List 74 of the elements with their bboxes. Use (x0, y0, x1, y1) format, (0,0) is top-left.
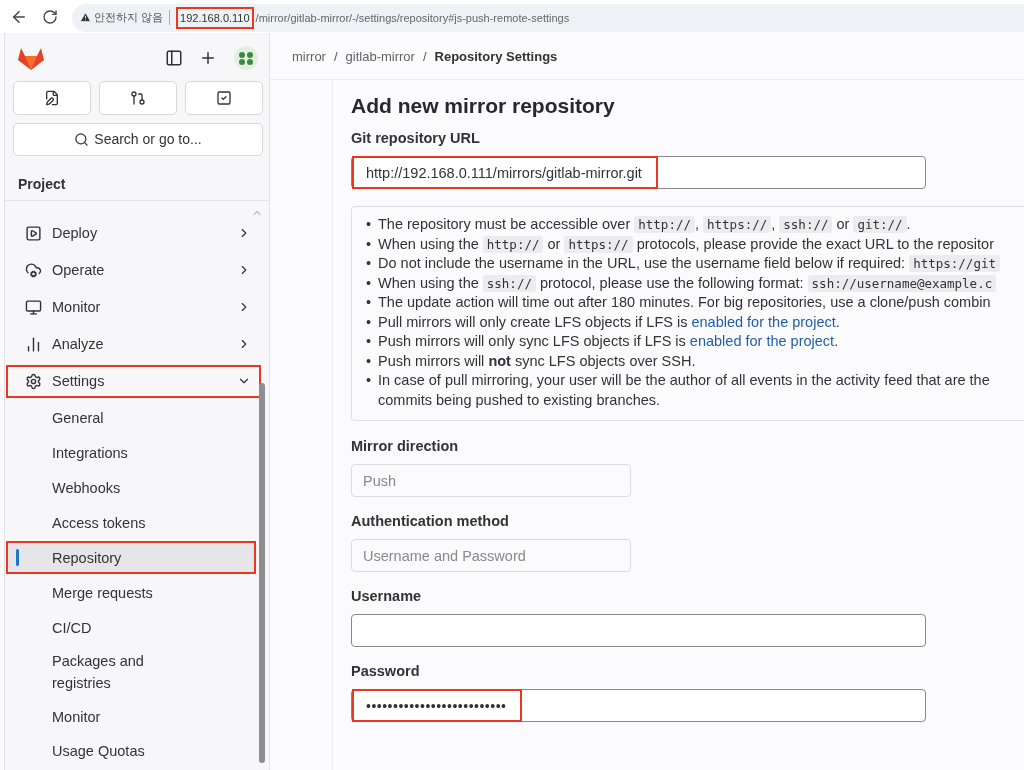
deploy-icon (25, 224, 42, 242)
field-label: Username (351, 588, 423, 604)
url-field[interactable]: http://192.168.0.111/mirrors/gitlab-mirror.git (351, 156, 926, 189)
reload-icon[interactable] (42, 8, 58, 25)
field-label: Password (351, 663, 421, 679)
breadcrumb-separator: / (422, 48, 427, 64)
merge-requests-button[interactable] (99, 80, 177, 115)
nav-item[interactable]: Analyze (6, 327, 261, 361)
avatar[interactable] (233, 45, 259, 72)
note-text: The update action will time out after 180 minutes. For big repositories, use a clone/push combin (378, 293, 991, 312)
link[interactable]: enabled for the project (691, 313, 836, 330)
bullet: • (366, 312, 372, 332)
breadcrumb[interactable]: gitlab-mirror (345, 48, 415, 64)
nav-item[interactable]: Monitor (6, 290, 261, 324)
breadcrumb-separator: / (333, 48, 338, 64)
merge-request-icon (130, 89, 146, 106)
url-value: http://192.168.0.111/mirrors/gitlab-mirror.git (352, 156, 658, 189)
field-label: Authentication method (351, 513, 510, 529)
checkbox-icon (216, 89, 232, 106)
field-label: Mirror direction (351, 438, 460, 454)
section-title: Project (5, 155, 269, 201)
password-field[interactable]: •••••••••••••••••••••••••• (351, 689, 926, 722)
note-text: Push mirrors will only sync LFS objects if LFS is enabled for the project. (378, 332, 839, 351)
note-text: Do not include the username in the URL, use the username field below if required: https://git (378, 254, 1000, 274)
bullet: • (366, 293, 372, 312)
nav-subitem[interactable]: Merge requests (6, 576, 256, 610)
breadcrumb[interactable]: Repository Settings (434, 48, 558, 64)
search-icon (74, 131, 90, 147)
todo-button[interactable] (185, 80, 263, 115)
field-label: Git repository URL (351, 130, 481, 146)
security-label: 안전하지 않음 (94, 10, 164, 25)
nav-subitem[interactable]: General (6, 401, 256, 435)
document-pen-icon (44, 89, 60, 106)
cloud-gear-icon (25, 261, 42, 279)
settings-icon (25, 372, 42, 390)
bullet: • (366, 234, 372, 254)
bullet: • (366, 273, 372, 293)
page-title: Add new mirror repository (351, 94, 616, 118)
highlight-frame: •••••••••••••••••••••••••• (352, 689, 523, 722)
url-path: /mirror/gitlab-mirror/-/settings/repository#js-push-remote-settings (255, 11, 570, 24)
breadcrumb[interactable]: mirror (292, 48, 326, 64)
nav-item[interactable]: Deploy (6, 216, 261, 250)
nav-subitem[interactable]: Webhooks (6, 471, 256, 505)
input-field[interactable] (351, 614, 926, 647)
bar-chart-icon (25, 335, 42, 353)
panel-icon[interactable] (165, 49, 183, 68)
nav-subitem[interactable]: Packages and registries (6, 646, 256, 699)
nav-subitem[interactable]: CI/CD (6, 611, 256, 645)
warning-icon (80, 12, 91, 23)
note-text: The repository must be accessible over http:// , https:// , ssh:// or git:// . (378, 215, 911, 235)
note-text: When using the ssh:// protocol, please use the following format: ssh://username@example.c (378, 273, 997, 293)
url-host: 192.168.0.110 (176, 6, 254, 29)
nav-subitem[interactable]: Repository (6, 541, 256, 575)
nav-subitem[interactable]: Monitor (6, 700, 256, 733)
nav-item[interactable]: Settings (6, 364, 261, 398)
bullet: • (366, 254, 372, 273)
monitor-icon (25, 298, 42, 316)
search-button[interactable]: Search or go to... (13, 122, 263, 156)
selection-bar (16, 549, 19, 567)
nav-subitem[interactable]: Integrations (6, 436, 256, 470)
address-bar[interactable]: 안전하지 않음 192.168.0.110 /mirror/gitlab-mirror/-/settings/repository#js-push-remote-settings (72, 3, 1024, 32)
note-text: Pull mirrors will only create LFS objects if LFS is enabled for the project. (378, 312, 840, 332)
note-text: When using the http:// or https:// protocols, please provide the exact URL to the repositor (378, 234, 994, 254)
note-text: Push mirrors will not sync LFS objects over SSH. (378, 351, 696, 371)
bullet: • (366, 371, 372, 390)
bullet: • (366, 351, 372, 371)
bullet: • (366, 332, 372, 351)
issues-button[interactable] (13, 80, 91, 115)
nav-subitem[interactable]: Access tokens (6, 506, 256, 540)
note-text: In case of pull mirroring, your user will be the author of all events in the activity feed that are the commits being pushed to existing branches. (378, 371, 991, 410)
nav-subitem[interactable]: Usage Quotas (6, 734, 256, 768)
bullet: • (366, 215, 372, 234)
nav-item[interactable]: Operate (6, 253, 261, 287)
scrollbar[interactable] (259, 383, 265, 763)
